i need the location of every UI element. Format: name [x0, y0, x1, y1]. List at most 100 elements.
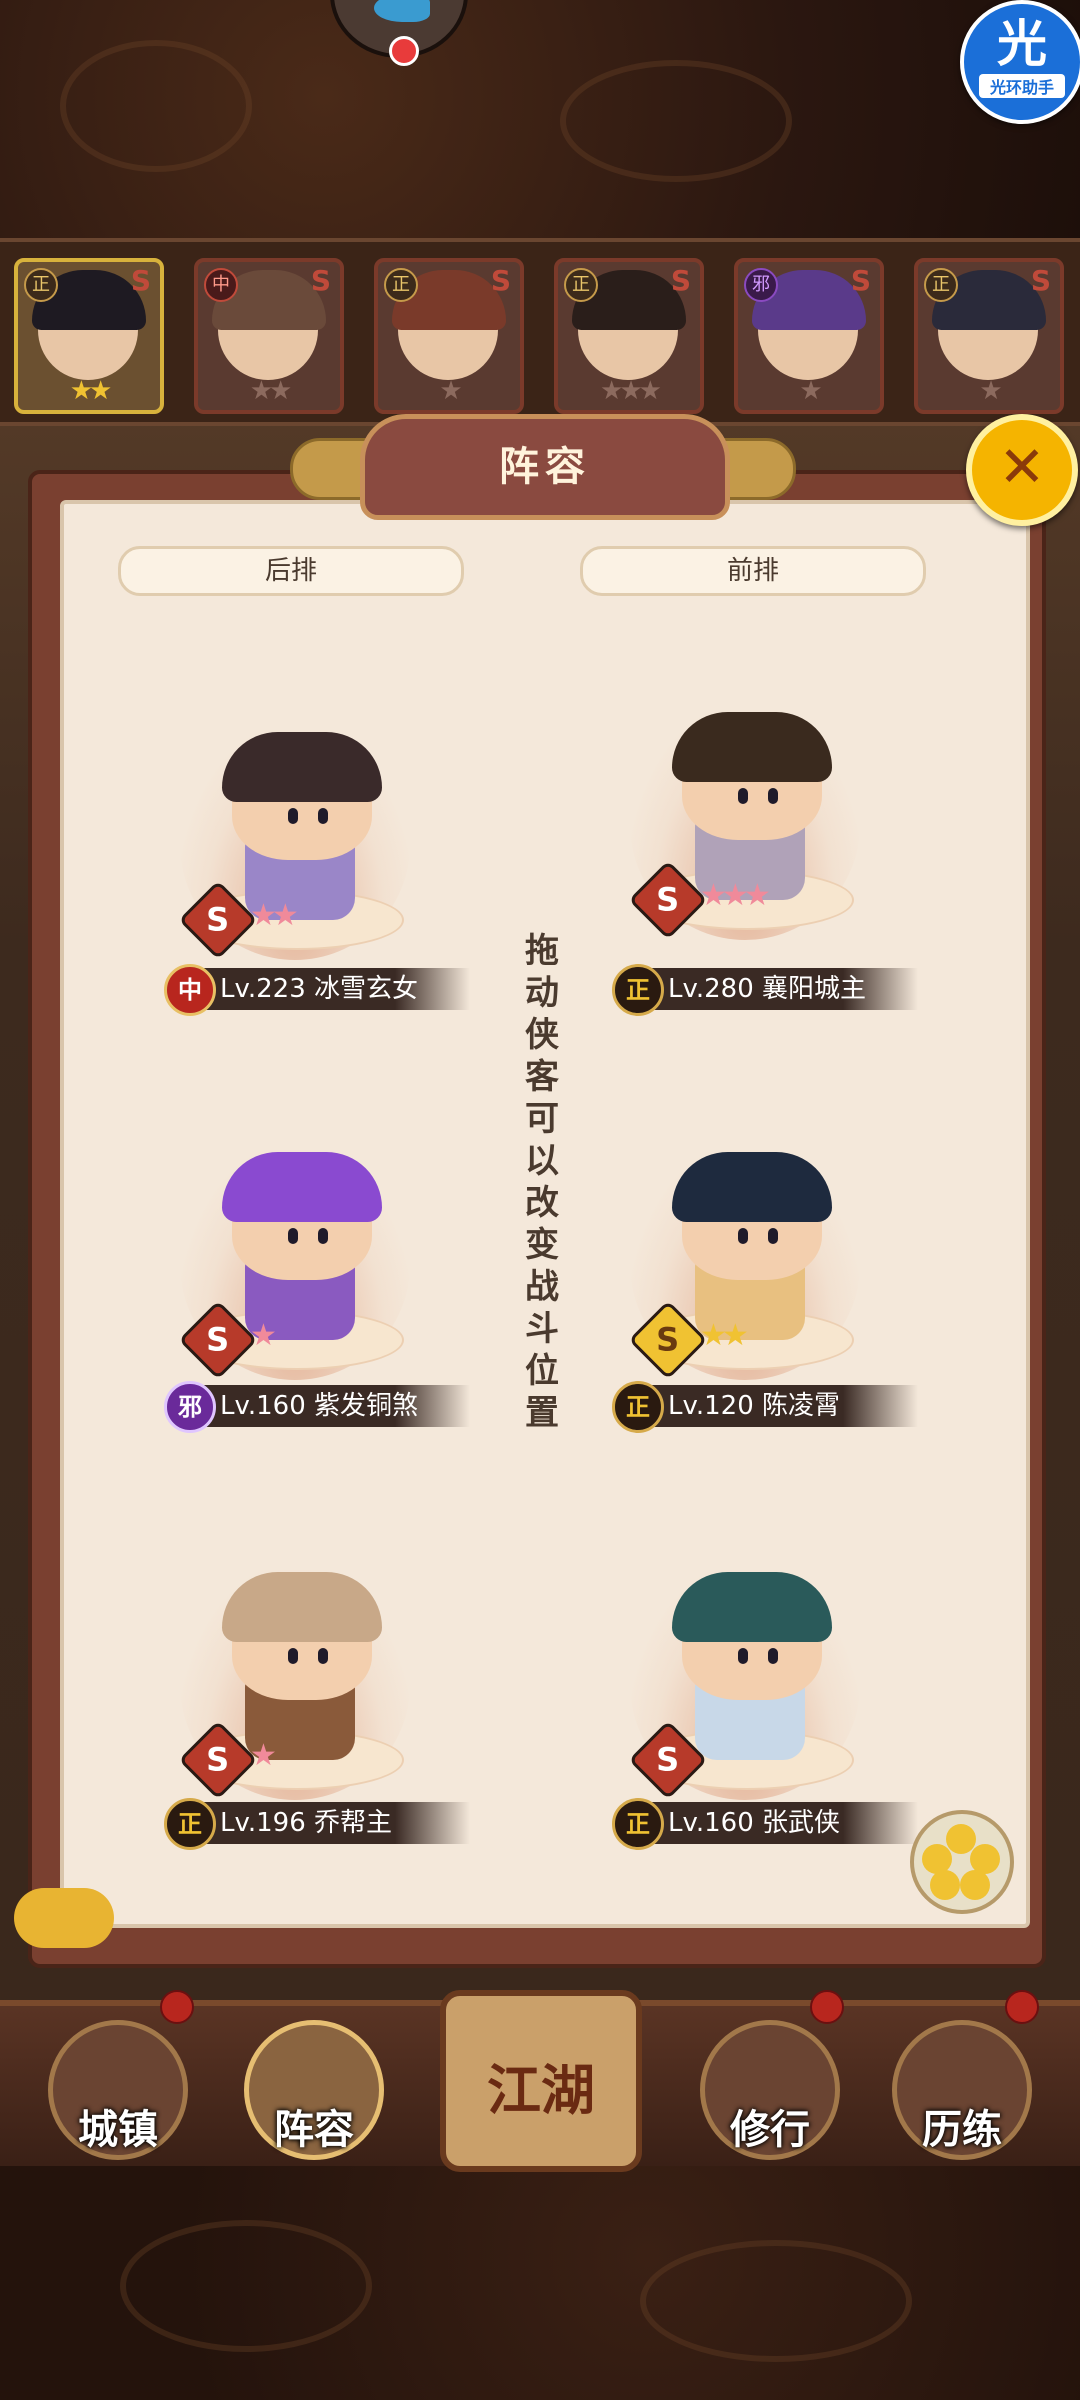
star-rating: ★: [250, 1318, 277, 1353]
hero-eyes: [728, 1228, 788, 1244]
star-rating: ★★: [250, 898, 299, 933]
star-rating: ★★: [198, 376, 340, 406]
petal: [960, 1870, 990, 1900]
petal: [930, 1870, 960, 1900]
star-icon: ★: [249, 376, 273, 406]
star-rating: ★★: [700, 1318, 749, 1353]
hero-card[interactable]: 正 S ★: [374, 258, 524, 414]
hero-name: 陈凌霄: [762, 1391, 841, 1421]
hero-card[interactable]: 中 S ★★: [194, 258, 344, 414]
faction-badge: 正: [924, 268, 958, 302]
hero-level: Lv.160: [220, 1391, 306, 1421]
nav-town-label: 城镇: [78, 2107, 158, 2153]
star-icon: ★: [743, 878, 771, 913]
hero-slot-front-1[interactable]: S ★★★: [600, 700, 890, 990]
petal: [922, 1844, 952, 1874]
nav-cultivation[interactable]: 修行: [700, 2020, 840, 2160]
hero-eyes: [278, 808, 338, 824]
panel-title: 阵容: [360, 414, 730, 520]
hero-eyes: [728, 788, 788, 804]
faction-badge: 中: [164, 964, 216, 1016]
cloud-ornament: [14, 1888, 114, 1948]
star-icon: ★: [979, 376, 1002, 406]
hero-eyes: [728, 1648, 788, 1664]
rank-s-icon: S: [310, 264, 332, 297]
hero-level-bar: 正 Lv.280 襄阳城主: [612, 964, 918, 1016]
nav-lineup[interactable]: 阵容: [244, 2020, 384, 2160]
halo-assistant-button[interactable]: 光 光环助手: [960, 0, 1080, 124]
star-icon: ★: [700, 878, 727, 913]
petal: [946, 1824, 976, 1854]
swirl-decoration: [640, 2240, 912, 2362]
hero-name: 紫发铜煞: [314, 1391, 419, 1421]
hero-level-name: Lv.120 陈凌霄: [668, 1385, 840, 1427]
back-row-label: 后排: [118, 546, 464, 596]
swirl-decoration: [120, 2220, 372, 2352]
lantern-decoration: [160, 1990, 194, 2024]
star-rating: ★: [738, 376, 880, 406]
hero-level-name: Lv.223 冰雪玄女: [220, 968, 418, 1010]
hero-level-name: Lv.160 张武侠: [668, 1802, 840, 1844]
star-icon: ★: [250, 1738, 277, 1773]
star-rating: ★★★: [700, 878, 771, 913]
faction-badge: 正: [564, 268, 598, 302]
hero-level-bar: 正 Lv.196 乔帮主: [164, 1798, 470, 1850]
faction-badge: 正: [24, 268, 58, 302]
nav-jianghu[interactable]: 江湖: [440, 1990, 642, 2172]
hero-level: Lv.223: [220, 974, 306, 1004]
star-rating: ★: [918, 376, 1060, 406]
hero-name: 张武侠: [762, 1808, 841, 1838]
star-icon: ★: [89, 376, 112, 406]
halo-assistant-label: 光环助手: [979, 74, 1065, 98]
star-rating: ★★★: [558, 376, 700, 406]
close-button[interactable]: ✕: [966, 414, 1078, 526]
rank-s-icon: S: [1030, 264, 1052, 297]
hero-level: Lv.196: [220, 1808, 306, 1838]
hero-name: 冰雪玄女: [314, 974, 419, 1004]
hero-level: Lv.280: [668, 974, 754, 1004]
hero-card[interactable]: 正 S ★★★: [554, 258, 704, 414]
hero-hair: [672, 712, 832, 782]
nav-training[interactable]: 历练: [892, 2020, 1032, 2160]
swirl-decoration: [60, 40, 252, 172]
nav-town[interactable]: 城镇: [48, 2020, 188, 2160]
nav-lineup-label: 阵容: [274, 2107, 354, 2153]
halo-icon: 光: [997, 15, 1047, 73]
hero-hair: [672, 1152, 832, 1222]
faction-badge: 邪: [744, 268, 778, 302]
hero-card[interactable]: 邪 S ★: [734, 258, 884, 414]
hero-hair: [672, 1572, 832, 1642]
fish-icon: [374, 0, 430, 22]
star-icon: ★: [250, 1318, 277, 1353]
star-rating: ★: [250, 1738, 277, 1773]
faction-badge: 正: [164, 1798, 216, 1850]
star-icon: ★: [271, 898, 299, 933]
nav-jianghu-label: 江湖: [487, 2058, 595, 2122]
hero-hair: [222, 1152, 382, 1222]
hero-card[interactable]: 正 S ★★: [14, 258, 164, 414]
hero-level-bar: 正 Lv.160 张武侠: [612, 1798, 918, 1850]
star-icon: ★: [250, 898, 277, 933]
front-row-label: 前排: [580, 546, 926, 596]
hero-level-name: Lv.280 襄阳城主: [668, 968, 866, 1010]
faction-badge: 正: [612, 964, 664, 1016]
close-icon: ✕: [998, 435, 1046, 500]
hero-name: 乔帮主: [314, 1808, 393, 1838]
rank-s-icon: S: [130, 264, 152, 297]
hero-eyes: [278, 1228, 338, 1244]
nav-cultivation-label: 修行: [730, 2107, 810, 2153]
hero-level-bar: 中 Lv.223 冰雪玄女: [164, 964, 470, 1016]
rank-s-icon: S: [850, 264, 872, 297]
hero-level-bar: 正 Lv.120 陈凌霄: [612, 1381, 918, 1433]
faction-badge: 邪: [164, 1381, 216, 1433]
nav-training-label: 历练: [922, 2107, 1002, 2153]
rank-s-icon: S: [670, 264, 692, 297]
star-icon: ★: [700, 1318, 727, 1353]
hero-level-bar: 邪 Lv.160 紫发铜煞: [164, 1381, 470, 1433]
hero-card[interactable]: 正 S ★: [914, 258, 1064, 414]
flower-button[interactable]: [910, 1810, 1014, 1914]
star-icon: ★: [69, 376, 93, 406]
faction-badge: 正: [612, 1381, 664, 1433]
notification-dot: [389, 36, 419, 66]
hero-name: 襄阳城主: [762, 974, 867, 1004]
